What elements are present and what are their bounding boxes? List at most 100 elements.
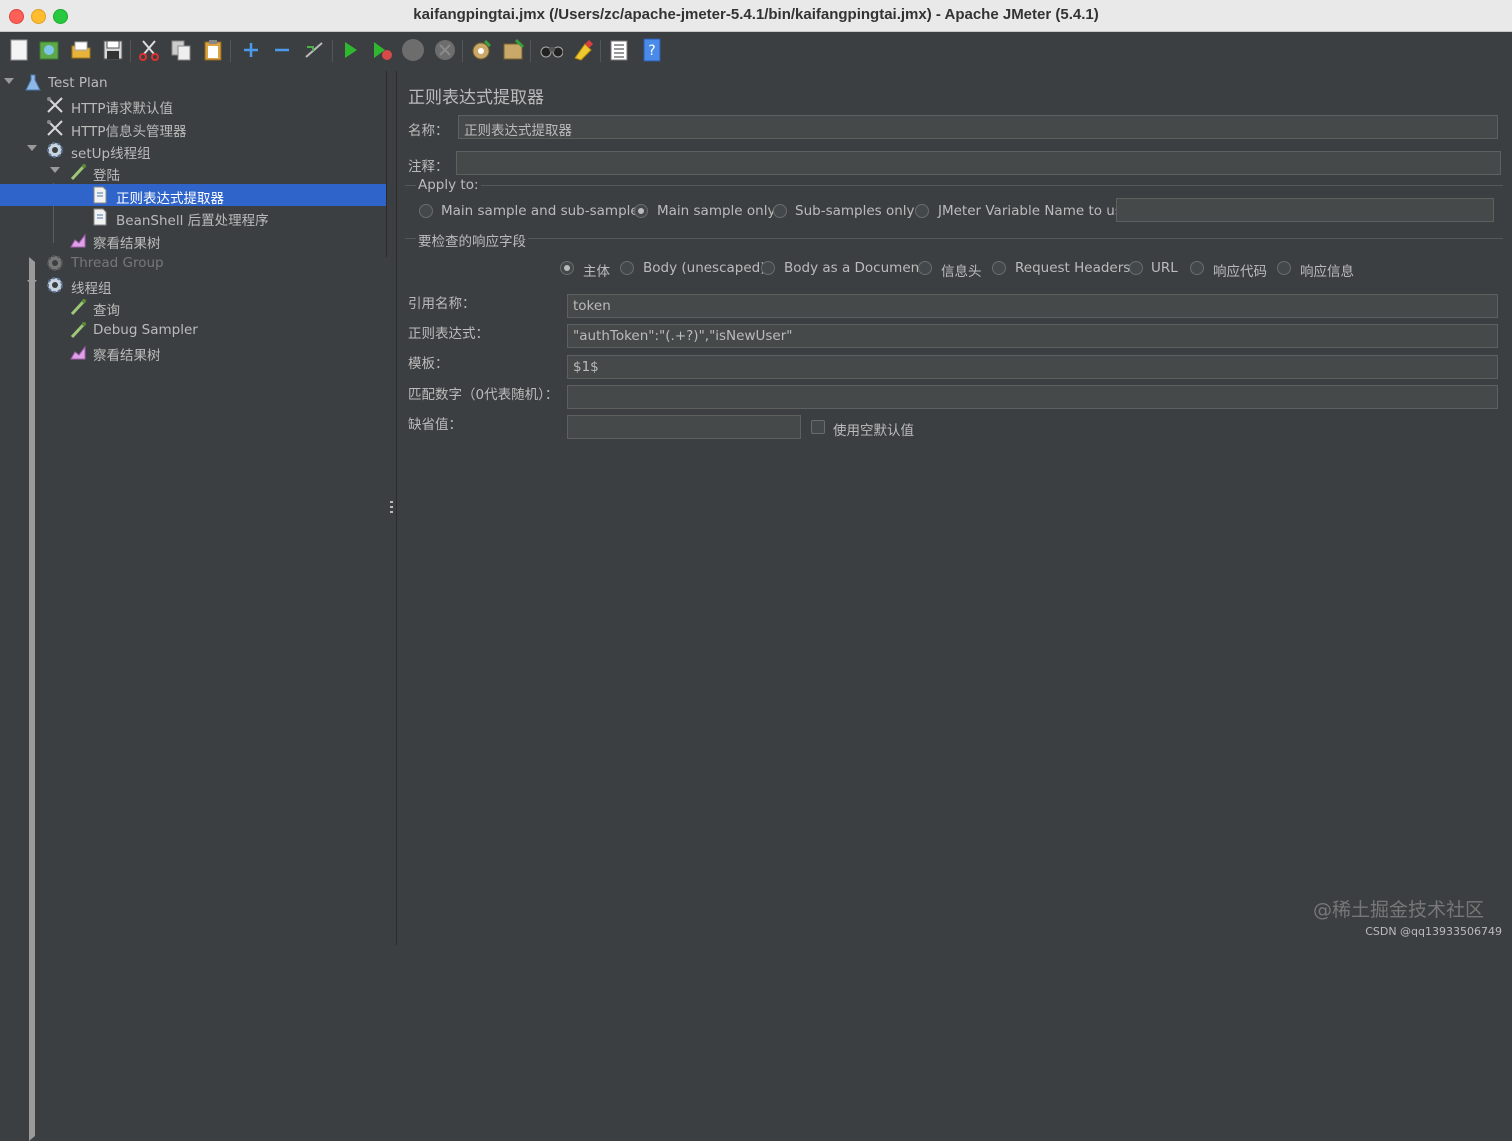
clear-icon[interactable]	[469, 38, 493, 62]
check-headers-radio[interactable]	[918, 261, 932, 275]
save-icon[interactable]	[101, 38, 125, 62]
new-icon[interactable]	[7, 38, 31, 62]
tree-item-label: 察看结果树	[93, 236, 161, 252]
tree-item-test-plan[interactable]: Test Plan	[0, 72, 386, 94]
reset-search-icon[interactable]	[571, 38, 595, 62]
default-value-field[interactable]	[567, 415, 801, 439]
pipette-icon	[70, 322, 86, 339]
apply-main-only-label: Main sample only	[657, 203, 776, 219]
stop-icon[interactable]	[401, 38, 425, 62]
check-body-unescaped-label: Body (unescaped)	[643, 260, 766, 276]
use-empty-default-checkbox[interactable]	[811, 420, 825, 434]
tree-item-label: HTTP信息头管理器	[71, 124, 187, 140]
apply-main-only-radio[interactable]	[634, 204, 648, 218]
check-url-label: URL	[1151, 260, 1178, 276]
document-icon	[93, 186, 107, 204]
check-response-code-radio[interactable]	[1190, 261, 1204, 275]
apply-sub-only-label: Sub-samples only	[795, 203, 915, 219]
check-response-message-label: 响应信息	[1300, 264, 1354, 280]
gear-icon	[47, 277, 63, 293]
search-icon[interactable]	[539, 38, 563, 62]
tree-item-thread-group[interactable]: Thread Group	[0, 252, 1150, 1141]
shutdown-icon[interactable]	[433, 38, 457, 62]
name-label: 名称：	[408, 123, 449, 139]
help-icon[interactable]: ?	[640, 38, 664, 62]
regex-field[interactable]: "authToken":"(.+?)","isNewUser"	[567, 324, 1498, 348]
ref-name-label: 引用名称：	[408, 296, 476, 312]
templates-icon[interactable]	[37, 38, 61, 62]
apply-variable-radio[interactable]	[915, 204, 929, 218]
panel-title: 正则表达式提取器	[408, 88, 544, 108]
tree-item-label: Debug Sampler	[93, 322, 198, 338]
flask-icon	[25, 74, 41, 91]
ref-name-field[interactable]: token	[567, 294, 1498, 318]
cut-icon[interactable]	[137, 38, 161, 62]
test-plan-tree[interactable]: Test Plan HTTP请求默认值 HTTP信息头管理器 setUp线程组 …	[0, 71, 1150, 1141]
start-icon[interactable]	[339, 38, 363, 62]
tree-item-label: Thread Group	[71, 255, 164, 271]
expand-arrow-icon[interactable]	[4, 78, 14, 84]
tree-item-label: 登陆	[93, 168, 120, 184]
expand-arrow-icon[interactable]	[27, 145, 37, 151]
expand-arrow-icon[interactable]	[27, 280, 37, 286]
tree-item-header-manager[interactable]: HTTP信息头管理器	[0, 117, 386, 140]
field-to-check-label: 要检查的响应字段	[416, 230, 528, 250]
tree-item-label: BeanShell 后置处理程序	[116, 213, 269, 229]
name-field[interactable]: 正则表达式提取器	[458, 115, 1498, 139]
check-body-radio[interactable]	[560, 261, 574, 275]
gear-icon	[47, 255, 63, 271]
check-body-unescaped-radio[interactable]	[620, 261, 634, 275]
check-body-label: 主体	[583, 264, 610, 280]
tree-item-label: Test Plan	[48, 75, 108, 91]
chart-icon	[70, 345, 86, 360]
tree-item-regex-extractor[interactable]: 正则表达式提取器	[0, 184, 386, 207]
toggle-icon[interactable]	[302, 38, 326, 62]
tree-item-view-results-tree-2[interactable]: 察看结果树	[0, 341, 386, 364]
apply-sub-only-radio[interactable]	[773, 204, 787, 218]
tree-item-label: 察看结果树	[93, 348, 161, 364]
clear-all-icon[interactable]	[501, 38, 525, 62]
expand-icon[interactable]	[239, 38, 263, 62]
check-body-document-radio[interactable]	[761, 261, 775, 275]
apply-variable-label: JMeter Variable Name to use	[938, 203, 1131, 219]
pipette-icon	[70, 164, 86, 181]
match-no-field[interactable]	[567, 385, 1498, 409]
tree-item-query-sampler[interactable]: 查询	[0, 296, 386, 319]
check-body-document-label: Body as a Document	[784, 260, 925, 276]
start-no-pause-icon[interactable]	[370, 38, 394, 62]
splitter-handle-icon[interactable]	[390, 501, 393, 515]
check-url-radio[interactable]	[1129, 261, 1143, 275]
regex-extractor-panel: 正则表达式提取器 名称： 正则表达式提取器 注释： Apply to: Main…	[397, 71, 1512, 945]
check-headers-label: 信息头	[941, 264, 982, 280]
open-icon[interactable]	[69, 38, 93, 62]
collapse-icon[interactable]	[270, 38, 294, 62]
tree-item-label: setUp线程组	[71, 146, 151, 162]
tree-item-beanshell[interactable]: BeanShell 后置处理程序	[0, 206, 386, 229]
function-helper-icon[interactable]	[607, 38, 631, 62]
document-icon	[93, 208, 107, 226]
paste-icon[interactable]	[201, 38, 225, 62]
default-value-label: 缺省值：	[408, 417, 462, 433]
comment-field[interactable]	[456, 151, 1501, 175]
check-response-message-radio[interactable]	[1277, 261, 1291, 275]
title-bar: kaifangpingtai.jmx (/Users/zc/apache-jme…	[0, 0, 1512, 32]
apply-main-and-sub-radio[interactable]	[419, 204, 433, 218]
svg-text:?: ?	[648, 43, 655, 59]
wrench-icon	[47, 97, 63, 113]
check-request-headers-radio[interactable]	[992, 261, 1006, 275]
expand-arrow-icon[interactable]	[50, 167, 60, 173]
panel-splitter[interactable]	[387, 71, 397, 945]
tree-item-thread-group-2[interactable]: 线程组	[0, 274, 386, 297]
tree-item-setup-thread-group[interactable]: setUp线程组	[0, 139, 386, 162]
gear-icon	[47, 142, 63, 158]
tree-item-http-defaults[interactable]: HTTP请求默认值	[0, 94, 386, 117]
tree-item-login-sampler[interactable]: 登陆	[0, 161, 386, 184]
check-response-code-label: 响应代码	[1213, 264, 1267, 280]
tree-item-view-results-tree[interactable]: 察看结果树	[0, 229, 386, 252]
tree-item-debug-sampler[interactable]: Debug Sampler	[0, 319, 386, 341]
variable-name-field[interactable]	[1116, 198, 1494, 222]
template-field[interactable]: $1$	[567, 355, 1498, 379]
template-label: 模板：	[408, 356, 449, 372]
copy-icon[interactable]	[169, 38, 193, 62]
comment-label: 注释：	[408, 159, 449, 175]
